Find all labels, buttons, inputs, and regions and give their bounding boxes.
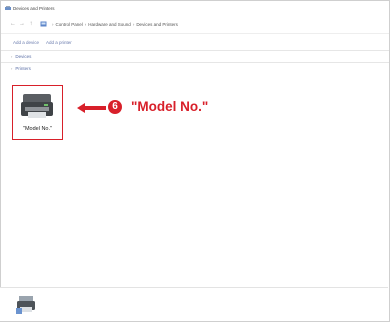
add-device-button[interactable]: Add a device (13, 40, 39, 45)
devices-group-label: Devices (15, 54, 32, 59)
back-button[interactable]: ← (9, 21, 17, 27)
breadcrumb-devices-and-printers[interactable]: Devices and Printers (136, 22, 178, 27)
printer-icon (21, 94, 53, 118)
control-panel-icon (40, 21, 47, 27)
breadcrumb-hardware-and-sound[interactable]: Hardware and Sound (88, 22, 131, 27)
devices-printers-icon (5, 5, 11, 10)
forward-button[interactable]: → (18, 21, 26, 27)
title-bar: Devices and Printers (1, 1, 389, 15)
chevron-right-icon: › (11, 54, 13, 59)
command-bar: Add a device Add a printer (1, 33, 389, 50)
breadcrumb-separator: › (84, 21, 87, 27)
breadcrumb-separator: › (52, 21, 54, 27)
breadcrumb-control-panel[interactable]: Control Panel (56, 22, 83, 27)
devices-printers-large-icon (16, 296, 35, 314)
up-button[interactable]: ↑ (27, 21, 35, 27)
breadcrumb-separator: › (132, 21, 135, 27)
callout-number-badge: 6 (108, 100, 122, 114)
devices-group-header[interactable]: › Devices (1, 50, 389, 62)
chevron-right-icon: › (11, 66, 13, 71)
callout-arrow-icon (77, 103, 106, 113)
printers-group-label: Printers (15, 66, 31, 71)
add-printer-button[interactable]: Add a printer (46, 40, 72, 45)
window-title: Devices and Printers (13, 5, 55, 11)
printer-item[interactable]: "Model No." (12, 85, 63, 140)
devices-and-printers-window: Devices and Printers ← → ↑ › Control Pan… (0, 0, 390, 322)
details-pane (0, 287, 388, 321)
navigation-bar: ← → ↑ › Control Panel › Hardware and Sou… (1, 15, 389, 33)
callout-text: "Model No." (131, 99, 209, 114)
printers-group-header[interactable]: › Printers (1, 62, 389, 74)
printer-label: "Model No." (23, 126, 52, 132)
